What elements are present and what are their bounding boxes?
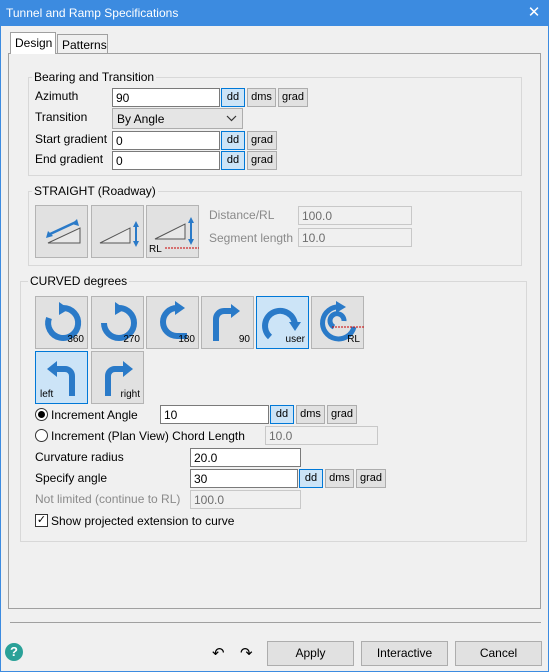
chord-length-radio[interactable] <box>35 429 48 442</box>
curve-90-button[interactable]: 90 <box>201 296 254 349</box>
show-extension-checkbox[interactable]: ✓ <box>35 514 48 527</box>
undo-icon[interactable]: ↶ <box>212 644 225 662</box>
straight-distance-button[interactable] <box>91 205 144 258</box>
cancel-button[interactable]: Cancel <box>455 641 542 666</box>
curve-180-button[interactable]: 180 <box>146 296 199 349</box>
curve-90-caption: 90 <box>238 334 250 345</box>
interactive-button[interactable]: Interactive <box>361 641 448 666</box>
distance-input[interactable]: 100.0 <box>298 206 412 225</box>
footer-separator <box>10 622 541 623</box>
redo-icon[interactable]: ↷ <box>240 644 253 662</box>
rl-caption: RL <box>149 244 162 255</box>
window-title: Tunnel and Ramp Specifications <box>6 6 179 20</box>
azimuth-grad-button[interactable]: grad <box>278 88 308 107</box>
slope-arrows-icon <box>46 219 81 244</box>
not-limited-label: Not limited (continue to RL) <box>35 492 181 506</box>
end-gradient-input[interactable]: 0 <box>112 151 220 170</box>
transition-value: By Angle <box>117 112 165 126</box>
specify-angle-dd-button[interactable]: dd <box>299 469 323 488</box>
straight-rl-button[interactable]: RL <box>146 205 199 258</box>
increment-angle-dd-button[interactable]: dd <box>270 405 294 424</box>
distance-label: Distance/RL <box>209 208 275 222</box>
curve-left-button[interactable]: left <box>35 351 88 404</box>
curve-270-button[interactable]: 270 <box>91 296 144 349</box>
title-bar: Tunnel and Ramp Specifications ✕ <box>0 0 549 26</box>
azimuth-dms-button[interactable]: dms <box>247 88 276 107</box>
curve-user-caption: user <box>285 334 305 345</box>
start-gradient-dd-button[interactable]: dd <box>221 131 245 150</box>
transition-label: Transition <box>35 110 88 124</box>
segment-length-input[interactable]: 10.0 <box>298 228 412 247</box>
slope-height-icon <box>99 221 139 247</box>
specify-angle-label: Specify angle <box>35 471 108 485</box>
segment-length-label: Segment length <box>209 231 294 245</box>
start-gradient-label: Start gradient <box>35 132 108 146</box>
curve-right-button[interactable]: right <box>91 351 144 404</box>
bearing-group-title: Bearing and Transition <box>32 70 157 84</box>
chord-length-label: Increment (Plan View) Chord Length <box>51 429 245 443</box>
straight-group-title: STRAIGHT (Roadway) <box>32 184 158 198</box>
curved-group-title: CURVED degrees <box>28 274 130 288</box>
close-icon[interactable]: ✕ <box>524 3 544 23</box>
increment-angle-dms-button[interactable]: dms <box>296 405 325 424</box>
curve-right-caption: right <box>120 389 140 400</box>
start-gradient-grad-button[interactable]: grad <box>247 131 277 150</box>
specify-angle-dms-button[interactable]: dms <box>325 469 354 488</box>
curve-rl-button[interactable]: RL <box>311 296 364 349</box>
curve-left-caption: left <box>40 389 54 400</box>
not-limited-input[interactable]: 100.0 <box>190 490 301 509</box>
show-extension-label: Show projected extension to curve <box>51 514 235 528</box>
specify-angle-grad-button[interactable]: grad <box>356 469 386 488</box>
tab-patterns[interactable]: Patterns <box>57 34 108 54</box>
chevron-down-icon <box>226 111 237 128</box>
straight-slope-button[interactable] <box>35 205 88 258</box>
azimuth-dd-button[interactable]: dd <box>221 88 245 107</box>
curve-user-button[interactable]: user <box>256 296 309 349</box>
azimuth-input[interactable]: 90 <box>112 88 220 107</box>
curve-rl-caption: RL <box>347 334 360 345</box>
help-icon[interactable]: ? <box>5 643 23 661</box>
end-gradient-dd-button[interactable]: dd <box>221 151 245 170</box>
chord-length-input[interactable]: 10.0 <box>265 426 378 445</box>
curve-360-button[interactable]: 360 <box>35 296 88 349</box>
increment-angle-grad-button[interactable]: grad <box>327 405 357 424</box>
increment-angle-input[interactable]: 10 <box>160 405 269 424</box>
curvature-radius-input[interactable]: 20.0 <box>190 448 301 467</box>
start-gradient-input[interactable]: 0 <box>112 131 220 150</box>
curvature-radius-label: Curvature radius <box>35 450 124 464</box>
curve-270-caption: 270 <box>123 334 140 345</box>
transition-select[interactable]: By Angle <box>112 108 243 129</box>
curve-360-caption: 360 <box>67 334 84 345</box>
increment-angle-radio[interactable] <box>35 408 48 421</box>
end-gradient-grad-button[interactable]: grad <box>247 151 277 170</box>
azimuth-label: Azimuth <box>35 89 79 103</box>
tab-design[interactable]: Design <box>10 32 56 54</box>
curve-180-caption: 180 <box>178 334 195 345</box>
apply-button[interactable]: Apply <box>267 641 354 666</box>
end-gradient-label: End gradient <box>35 152 104 166</box>
increment-angle-label: Increment Angle <box>51 408 138 422</box>
specify-angle-input[interactable]: 30 <box>190 469 298 488</box>
